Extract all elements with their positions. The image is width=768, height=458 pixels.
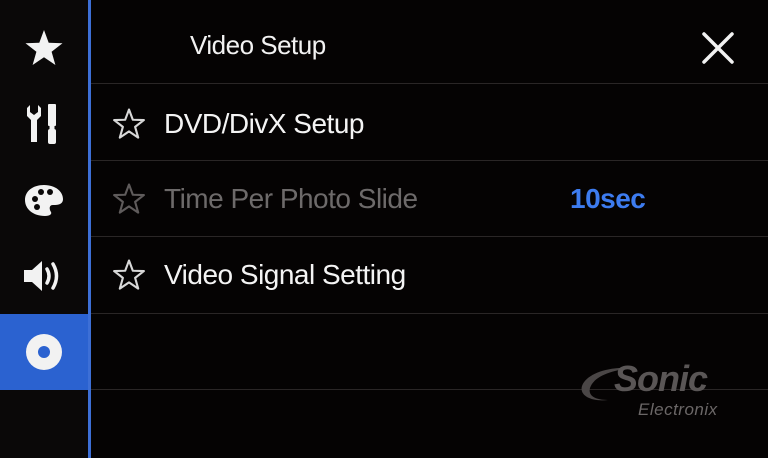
divider: [91, 313, 768, 314]
close-icon: [702, 32, 734, 64]
menu-item-video-signal-setting[interactable]: Video Signal Setting: [91, 237, 768, 313]
sidebar-item-favorites[interactable]: [0, 10, 88, 86]
star-outline-icon: [113, 108, 145, 139]
divider: [91, 83, 768, 84]
video-setup-screen: Video Setup DVD/DivX Setup Time Per Phot…: [0, 0, 768, 458]
sidebar-item-audio[interactable]: [0, 238, 88, 314]
star-icon: [25, 30, 63, 65]
sidebar: [0, 0, 88, 458]
page-title: Video Setup: [190, 30, 326, 60]
palette-icon: [25, 185, 63, 216]
star-outline-icon: [113, 183, 145, 214]
menu-item-dvd-divx-setup[interactable]: DVD/DivX Setup: [91, 86, 768, 162]
menu-item-label: Video Signal Setting: [164, 259, 406, 290]
star-outline-icon: [113, 259, 145, 290]
tools-icon: [27, 104, 56, 144]
sidebar-item-video[interactable]: [0, 314, 88, 390]
menu-item-time-per-photo-slide[interactable]: Time Per Photo Slide 10sec: [91, 161, 768, 237]
sidebar-item-settings[interactable]: [0, 86, 88, 162]
disc-icon: [26, 334, 62, 370]
menu-item-label: Time Per Photo Slide: [164, 183, 418, 214]
sidebar-item-display[interactable]: [0, 162, 88, 238]
menu-item-value: 10sec: [570, 183, 646, 214]
menu-item-label: DVD/DivX Setup: [164, 108, 364, 139]
watermark-brand: Sonic: [614, 358, 708, 399]
speaker-icon: [24, 261, 59, 291]
watermark-sub: Electronix: [638, 400, 718, 419]
watermark-logo: Sonic Electronix: [578, 358, 748, 422]
close-button[interactable]: [698, 28, 738, 68]
